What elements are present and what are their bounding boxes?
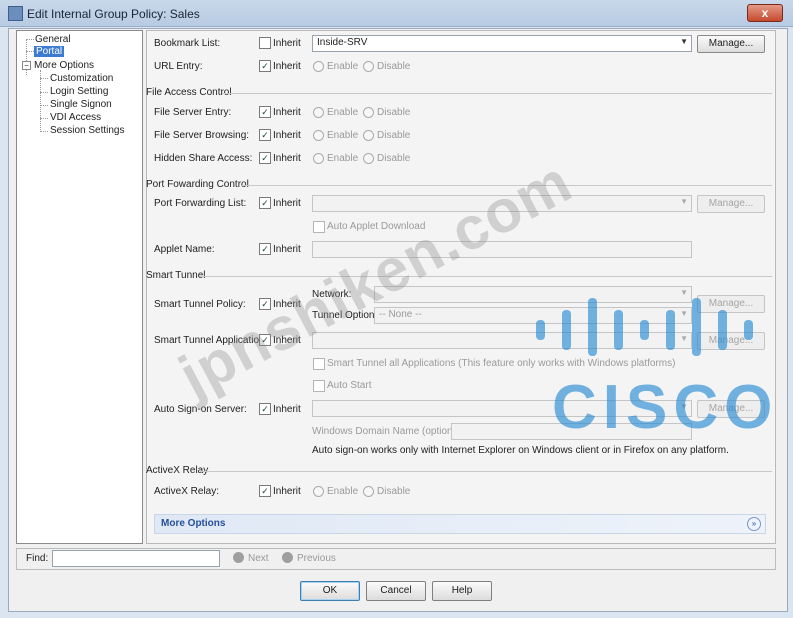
navigation-tree: − General Portal More Options Customizat… [16, 30, 143, 544]
file-server-browsing-disable-radio[interactable] [363, 130, 374, 141]
hidden-share-access-disable-radio[interactable] [363, 153, 374, 164]
dropdown-arrow-icon: ▼ [680, 288, 688, 297]
cancel-button[interactable]: Cancel [366, 581, 426, 601]
hidden-share-access-inherit-label: Inherit [273, 153, 301, 164]
next-icon[interactable] [233, 552, 244, 563]
hidden-share-access-enable-radio[interactable] [313, 153, 324, 164]
applet-name-inherit-label: Inherit [273, 244, 301, 255]
url-entry-inherit-checkbox[interactable]: ✓ [259, 60, 271, 72]
more-options-label: More Options [161, 518, 226, 529]
bookmark-inherit-label: Inherit [273, 38, 301, 49]
file-server-browsing-label: File Server Browsing: [154, 130, 250, 141]
file-server-browsing-enable-radio[interactable] [313, 130, 324, 141]
file-server-entry-inherit-checkbox[interactable]: ✓ [259, 106, 271, 118]
help-button[interactable]: Help [432, 581, 492, 601]
file-server-entry-inherit-label: Inherit [273, 107, 301, 118]
smart-tunnel-all-apps-checkbox[interactable] [313, 358, 325, 370]
smart-tunnel-policy-label: Smart Tunnel Policy: [154, 299, 246, 310]
url-entry-inherit-label: Inherit [273, 61, 301, 72]
activex-inherit-label: Inherit [273, 486, 301, 497]
window-title: Edit Internal Group Policy: Sales [27, 7, 200, 21]
find-next-label[interactable]: Next [248, 553, 269, 564]
url-entry-disable-label: Disable [377, 61, 411, 72]
file-server-entry-enable-label: Enable [327, 107, 359, 118]
hidden-share-access-enable-label: Enable [327, 153, 359, 164]
auto-applet-download-checkbox[interactable] [313, 221, 325, 233]
tree-item-more-options[interactable]: More Options [34, 60, 94, 71]
url-entry-enable-label: Enable [327, 61, 359, 72]
port-forwarding-section-title: Port Fowarding Control [146, 179, 249, 190]
collapse-icon[interactable]: − [22, 61, 31, 70]
url-entry-disable-radio[interactable] [363, 61, 374, 72]
auto-signon-inherit-checkbox[interactable]: ✓ [259, 403, 271, 415]
activex-relay-label: ActiveX Relay: [154, 486, 220, 497]
url-entry-enable-radio[interactable] [313, 61, 324, 72]
smart-tunnel-all-apps-label: Smart Tunnel all Applications (This feat… [327, 358, 676, 369]
hidden-share-access-disable-label: Disable [377, 153, 411, 164]
tree-item-customization[interactable]: Customization [50, 73, 113, 84]
cisco-logo-bars-icon [536, 298, 753, 356]
hidden-share-access-label: Hidden Share Access: [154, 153, 253, 164]
smart-tunnel-section-title: Smart Tunnel [146, 270, 206, 281]
auto-signon-note: Auto sign-on works only with Internet Ex… [312, 445, 729, 456]
bookmark-inherit-checkbox[interactable] [259, 37, 271, 49]
windows-domain-name-label: Windows Domain Name (optional): [312, 426, 467, 437]
activex-section-title: ActiveX Relay [146, 465, 209, 476]
applet-name-inherit-checkbox[interactable]: ✓ [259, 243, 271, 255]
dropdown-arrow-icon: ▼ [680, 197, 688, 206]
previous-icon[interactable] [282, 552, 293, 563]
activex-disable-radio[interactable] [363, 486, 374, 497]
close-button[interactable]: x [747, 4, 783, 22]
file-server-entry-disable-label: Disable [377, 107, 411, 118]
port-forwarding-inherit-label: Inherit [273, 198, 301, 209]
file-server-entry-disable-radio[interactable] [363, 107, 374, 118]
port-forwarding-manage-button[interactable]: Manage... [697, 195, 765, 213]
divider [222, 93, 772, 94]
bookmark-list-label: Bookmark List: [154, 38, 221, 49]
ok-button[interactable]: OK [300, 581, 360, 601]
hidden-share-access-inherit-checkbox[interactable]: ✓ [259, 152, 271, 164]
file-server-browsing-disable-label: Disable [377, 130, 411, 141]
activex-enable-radio[interactable] [313, 486, 324, 497]
file-server-browsing-inherit-label: Inherit [273, 130, 301, 141]
file-server-browsing-enable-label: Enable [327, 130, 359, 141]
file-server-entry-label: File Server Entry: [154, 107, 232, 118]
title-bar: Edit Internal Group Policy: Sales x [0, 0, 793, 27]
tree-item-portal[interactable]: Portal [34, 46, 65, 57]
activex-inherit-checkbox[interactable]: ✓ [259, 485, 271, 497]
find-input[interactable] [52, 550, 220, 567]
auto-signon-inherit-label: Inherit [273, 404, 301, 415]
activex-disable-label: Disable [377, 486, 411, 497]
bookmark-list-select[interactable]: Inside-SRV ▼ [312, 35, 692, 52]
more-options-bar[interactable]: More Options » [154, 514, 766, 534]
cisco-logo-text: CISCO [552, 373, 779, 442]
port-forwarding-list-label: Port Forwarding List: [154, 198, 247, 209]
tree-item-login-setting[interactable]: Login Setting [50, 86, 108, 97]
auto-start-checkbox[interactable] [313, 380, 325, 392]
divider [200, 471, 772, 472]
applet-name-label: Applet Name: [154, 244, 215, 255]
bookmark-list-value: Inside-SRV [317, 37, 368, 48]
file-server-browsing-inherit-checkbox[interactable]: ✓ [259, 129, 271, 141]
expand-chevron-icon[interactable]: » [747, 517, 761, 531]
tree-item-session-settings[interactable]: Session Settings [50, 125, 125, 136]
tree-item-general[interactable]: General [35, 34, 71, 45]
activex-enable-label: Enable [327, 486, 359, 497]
bookmark-manage-button[interactable]: Manage... [697, 35, 765, 53]
app-icon [8, 6, 23, 21]
auto-start-label: Auto Start [327, 380, 372, 391]
tree-item-vdi-access[interactable]: VDI Access [50, 112, 101, 123]
url-entry-label: URL Entry: [154, 61, 203, 72]
port-forwarding-inherit-checkbox[interactable]: ✓ [259, 197, 271, 209]
file-server-entry-enable-radio[interactable] [313, 107, 324, 118]
file-access-section-title: File Access Control [146, 87, 232, 98]
tree-item-single-signon[interactable]: Single Signon [50, 99, 112, 110]
dropdown-arrow-icon: ▼ [680, 37, 688, 46]
find-label: Find: [26, 553, 49, 564]
divider [200, 276, 772, 277]
find-previous-label[interactable]: Previous [297, 553, 336, 564]
